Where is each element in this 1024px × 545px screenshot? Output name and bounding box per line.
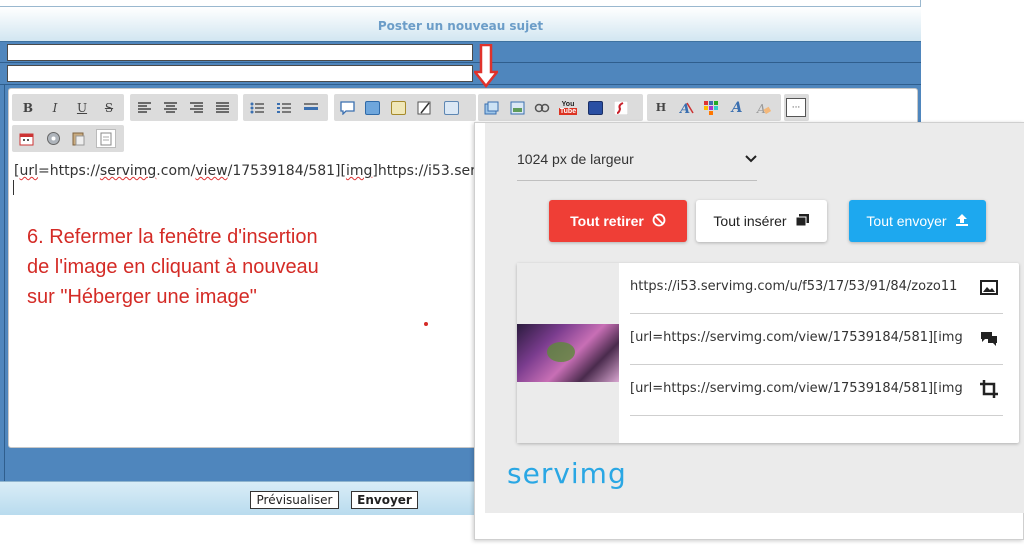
divider xyxy=(4,85,5,481)
numbered-list-icon[interactable] xyxy=(274,98,294,117)
subject-row xyxy=(0,42,921,63)
smiley-icon[interactable] xyxy=(43,129,63,148)
link-icon[interactable] xyxy=(532,98,552,117)
code-icon[interactable] xyxy=(362,98,382,117)
image-icon[interactable] xyxy=(507,98,527,117)
insert-group xyxy=(334,94,476,121)
subject-input[interactable] xyxy=(7,44,473,61)
description-input[interactable] xyxy=(7,65,473,82)
remove-all-label: Tout retirer xyxy=(570,213,644,229)
text-caret xyxy=(13,180,14,195)
page-title: Poster un nouveau sujet xyxy=(377,19,544,33)
font-button[interactable]: A xyxy=(727,98,747,117)
insert-all-label: Tout insérer xyxy=(713,213,787,229)
host-image-icon[interactable] xyxy=(481,98,501,117)
instruction-annotation: 6. Refermer la fenêtre d'insertion de l'… xyxy=(27,226,319,308)
more-group: ··· xyxy=(784,94,809,121)
media-group: You Tube xyxy=(478,94,643,121)
spoiler-icon[interactable] xyxy=(388,98,408,117)
remove-all-button[interactable]: Tout retirer xyxy=(549,200,687,242)
servimg-logo: servimg xyxy=(507,457,627,490)
description-row xyxy=(0,63,921,85)
youtube-icon[interactable]: You Tube xyxy=(558,98,578,117)
table-icon[interactable] xyxy=(441,98,461,117)
send-all-label: Tout envoyer xyxy=(866,213,947,229)
image-thumbnail xyxy=(517,324,619,382)
clear-format-icon[interactable]: A xyxy=(753,98,773,117)
heading-button[interactable]: H xyxy=(651,98,671,117)
more-button[interactable]: ··· xyxy=(786,98,806,117)
editor-content[interactable]: [url=https://servimg.com/view/17539184/5… xyxy=(14,163,476,179)
format-group: B I U S xyxy=(12,94,124,121)
dailymotion-icon[interactable] xyxy=(585,98,605,117)
italic-button[interactable]: I xyxy=(45,98,65,117)
paste-icon[interactable] xyxy=(68,129,88,148)
chat-bubbles-icon[interactable] xyxy=(979,328,999,348)
image-icon[interactable] xyxy=(979,277,999,297)
insert-all-button[interactable]: Tout insérer xyxy=(696,200,827,242)
preview-button[interactable]: Prévisualiser xyxy=(250,491,339,509)
extra-group xyxy=(12,125,124,152)
send-all-button[interactable]: Tout envoyer xyxy=(849,200,986,242)
svg-text:A: A xyxy=(756,102,766,115)
align-group xyxy=(130,94,238,121)
align-right-icon[interactable] xyxy=(186,98,206,117)
image-width-value: 1024 px de largeur xyxy=(517,151,634,167)
screenshot: Poster un nouveau sujet B I U S You Tube… xyxy=(0,0,1024,545)
direct-link-row: https://i53.servimg.com/u/f53/17/53/91/8… xyxy=(630,263,1003,314)
image-width-select[interactable]: 1024 px de largeur xyxy=(517,149,757,181)
crop-icon[interactable] xyxy=(979,379,999,399)
color-icon[interactable] xyxy=(701,98,721,117)
flash-icon[interactable] xyxy=(611,98,631,117)
justify-icon[interactable] xyxy=(212,98,232,117)
underline-button[interactable]: U xyxy=(72,98,92,117)
uploaded-image-card: https://i53.servimg.com/u/f53/17/53/91/8… xyxy=(517,263,1019,443)
forum-link-text[interactable]: [url=https://servimg.com/view/17539184/5… xyxy=(630,330,963,345)
annotation-arrow-icon xyxy=(474,44,498,88)
align-center-icon[interactable] xyxy=(160,98,180,117)
thumbnail-link-text[interactable]: [url=https://servimg.com/view/17539184/5… xyxy=(630,381,963,396)
list-group xyxy=(243,94,328,121)
style-group: H A A A xyxy=(647,94,781,121)
horizontal-rule-icon[interactable] xyxy=(301,98,321,117)
forum-link-row: [url=https://servimg.com/view/17539184/5… xyxy=(630,314,1003,365)
direct-link-text[interactable]: https://i53.servimg.com/u/f53/17/53/91/8… xyxy=(630,279,963,294)
send-button[interactable]: Envoyer xyxy=(351,491,418,509)
strike-button[interactable]: S xyxy=(99,98,119,117)
prohibited-icon xyxy=(652,213,666,230)
align-left-icon[interactable] xyxy=(134,98,154,117)
thumbnail-column xyxy=(517,263,619,443)
servimg-upload-panel: 1024 px de largeur Tout retirer Tout ins… xyxy=(474,122,1024,540)
hide-icon[interactable] xyxy=(414,98,434,117)
chevron-down-icon xyxy=(745,151,757,167)
quote-icon[interactable] xyxy=(337,98,357,117)
copy-icon xyxy=(795,213,810,230)
font-size-icon[interactable]: A xyxy=(676,98,696,117)
source-icon[interactable] xyxy=(96,129,116,148)
upload-icon xyxy=(955,213,969,230)
bullet-list-icon[interactable] xyxy=(247,98,267,117)
servimg-panel-body: 1024 px de largeur Tout retirer Tout ins… xyxy=(485,123,1024,513)
thumbnail-link-row: [url=https://servimg.com/view/17539184/5… xyxy=(630,365,1003,416)
bold-button[interactable]: B xyxy=(18,98,38,117)
calendar-icon[interactable] xyxy=(16,129,36,148)
annotation-dot xyxy=(424,322,428,326)
